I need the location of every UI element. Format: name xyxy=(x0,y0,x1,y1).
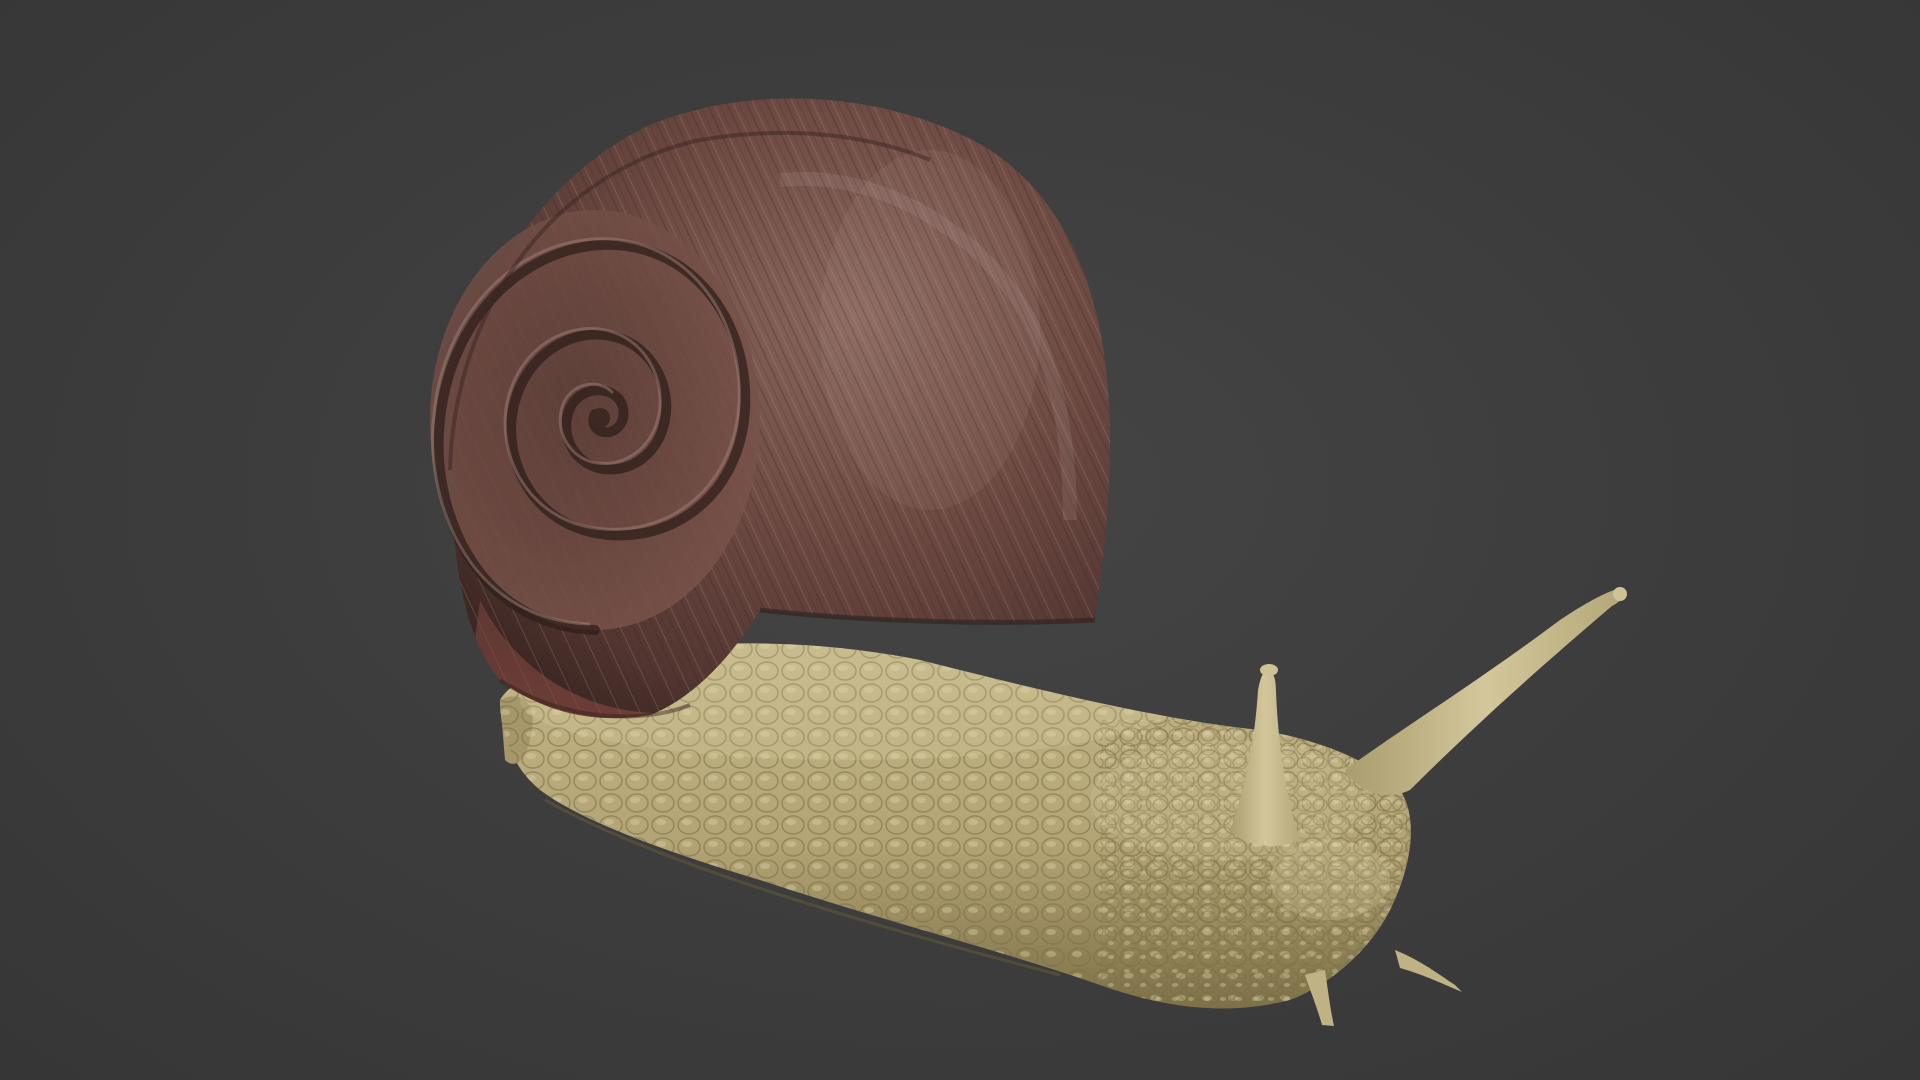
render-viewport xyxy=(0,0,1920,1080)
shell-spiral xyxy=(430,210,760,635)
snail-scene xyxy=(430,98,1627,1026)
